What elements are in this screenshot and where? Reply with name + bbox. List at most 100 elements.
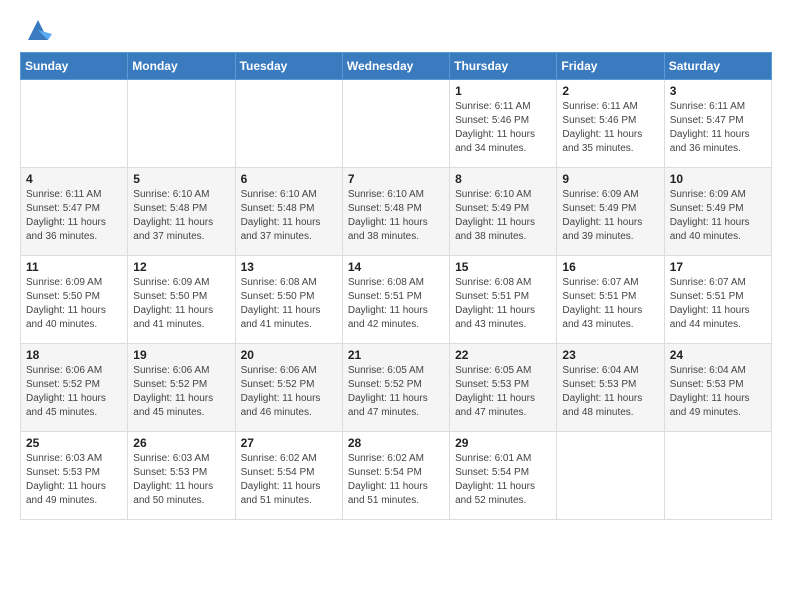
calendar-cell: 11 Sunrise: 6:09 AM Sunset: 5:50 PM Dayli… <box>21 256 128 344</box>
calendar-cell: 21 Sunrise: 6:05 AM Sunset: 5:52 PM Dayli… <box>342 344 449 432</box>
cell-info: Sunrise: 6:10 AM Sunset: 5:49 PM Dayligh… <box>455 188 551 244</box>
day-number: 14 <box>348 260 444 274</box>
cell-info: Sunrise: 6:09 AM Sunset: 5:49 PM Dayligh… <box>670 188 766 244</box>
cell-info: Sunrise: 6:07 AM Sunset: 5:51 PM Dayligh… <box>562 276 658 332</box>
day-number: 18 <box>26 348 122 362</box>
day-number: 26 <box>133 436 229 450</box>
cell-info: Sunrise: 6:07 AM Sunset: 5:51 PM Dayligh… <box>670 276 766 332</box>
cell-info: Sunrise: 6:08 AM Sunset: 5:50 PM Dayligh… <box>241 276 337 332</box>
cell-info: Sunrise: 6:02 AM Sunset: 5:54 PM Dayligh… <box>348 452 444 508</box>
calendar-cell: 8 Sunrise: 6:10 AM Sunset: 5:49 PM Daylig… <box>450 168 557 256</box>
calendar-cell <box>21 80 128 168</box>
day-number: 2 <box>562 84 658 98</box>
calendar-cell: 19 Sunrise: 6:06 AM Sunset: 5:52 PM Dayli… <box>128 344 235 432</box>
calendar-cell <box>664 432 771 520</box>
cell-info: Sunrise: 6:10 AM Sunset: 5:48 PM Dayligh… <box>241 188 337 244</box>
page-header <box>20 16 772 44</box>
day-number: 8 <box>455 172 551 186</box>
cell-info: Sunrise: 6:11 AM Sunset: 5:46 PM Dayligh… <box>562 100 658 156</box>
day-number: 16 <box>562 260 658 274</box>
day-number: 13 <box>241 260 337 274</box>
calendar-cell: 14 Sunrise: 6:08 AM Sunset: 5:51 PM Dayli… <box>342 256 449 344</box>
day-number: 9 <box>562 172 658 186</box>
day-number: 3 <box>670 84 766 98</box>
day-number: 29 <box>455 436 551 450</box>
day-number: 24 <box>670 348 766 362</box>
cell-info: Sunrise: 6:09 AM Sunset: 5:50 PM Dayligh… <box>26 276 122 332</box>
cell-info: Sunrise: 6:06 AM Sunset: 5:52 PM Dayligh… <box>26 364 122 420</box>
cell-info: Sunrise: 6:06 AM Sunset: 5:52 PM Dayligh… <box>133 364 229 420</box>
calendar-cell: 3 Sunrise: 6:11 AM Sunset: 5:47 PM Daylig… <box>664 80 771 168</box>
cell-info: Sunrise: 6:11 AM Sunset: 5:47 PM Dayligh… <box>26 188 122 244</box>
day-number: 7 <box>348 172 444 186</box>
cell-info: Sunrise: 6:09 AM Sunset: 5:49 PM Dayligh… <box>562 188 658 244</box>
calendar-cell: 18 Sunrise: 6:06 AM Sunset: 5:52 PM Dayli… <box>21 344 128 432</box>
calendar-header-row: SundayMondayTuesdayWednesdayThursdayFrid… <box>21 53 772 80</box>
day-number: 15 <box>455 260 551 274</box>
logo <box>20 16 52 44</box>
day-number: 11 <box>26 260 122 274</box>
cell-info: Sunrise: 6:10 AM Sunset: 5:48 PM Dayligh… <box>348 188 444 244</box>
day-number: 22 <box>455 348 551 362</box>
calendar-cell: 15Sunrise: 6:08 AM Sunset: 5:51 PM Dayli… <box>450 256 557 344</box>
calendar-cell: 25Sunrise: 6:03 AM Sunset: 5:53 PM Dayli… <box>21 432 128 520</box>
day-number: 6 <box>241 172 337 186</box>
cell-info: Sunrise: 6:10 AM Sunset: 5:48 PM Dayligh… <box>133 188 229 244</box>
calendar-cell: 20 Sunrise: 6:06 AM Sunset: 5:52 PM Dayli… <box>235 344 342 432</box>
calendar-week-row: 11 Sunrise: 6:09 AM Sunset: 5:50 PM Dayli… <box>21 256 772 344</box>
cell-info: Sunrise: 6:05 AM Sunset: 5:52 PM Dayligh… <box>348 364 444 420</box>
day-number: 23 <box>562 348 658 362</box>
day-number: 28 <box>348 436 444 450</box>
day-number: 4 <box>26 172 122 186</box>
calendar-cell <box>342 80 449 168</box>
cell-info: Sunrise: 6:04 AM Sunset: 5:53 PM Dayligh… <box>562 364 658 420</box>
cell-info: Sunrise: 6:03 AM Sunset: 5:53 PM Dayligh… <box>133 452 229 508</box>
header-wednesday: Wednesday <box>342 53 449 80</box>
cell-info: Sunrise: 6:01 AM Sunset: 5:54 PM Dayligh… <box>455 452 551 508</box>
calendar-cell <box>557 432 664 520</box>
calendar-week-row: 18 Sunrise: 6:06 AM Sunset: 5:52 PM Dayli… <box>21 344 772 432</box>
calendar-week-row: 1 Sunrise: 6:11 AM Sunset: 5:46 PM Daylig… <box>21 80 772 168</box>
cell-info: Sunrise: 6:09 AM Sunset: 5:50 PM Dayligh… <box>133 276 229 332</box>
header-friday: Friday <box>557 53 664 80</box>
calendar-cell: 22 Sunrise: 6:05 AM Sunset: 5:53 PM Dayli… <box>450 344 557 432</box>
calendar-cell <box>128 80 235 168</box>
day-number: 19 <box>133 348 229 362</box>
day-number: 21 <box>348 348 444 362</box>
header-thursday: Thursday <box>450 53 557 80</box>
day-number: 20 <box>241 348 337 362</box>
calendar-cell: 26 Sunrise: 6:03 AM Sunset: 5:53 PM Dayli… <box>128 432 235 520</box>
cell-info: Sunrise: 6:06 AM Sunset: 5:52 PM Dayligh… <box>241 364 337 420</box>
calendar-cell: 6 Sunrise: 6:10 AM Sunset: 5:48 PM Daylig… <box>235 168 342 256</box>
cell-info: Sunrise: 6:02 AM Sunset: 5:54 PM Dayligh… <box>241 452 337 508</box>
cell-info: Sunrise: 6:04 AM Sunset: 5:53 PM Dayligh… <box>670 364 766 420</box>
day-number: 1 <box>455 84 551 98</box>
calendar-cell: 4 Sunrise: 6:11 AM Sunset: 5:47 PM Daylig… <box>21 168 128 256</box>
day-number: 25 <box>26 436 122 450</box>
calendar-cell: 29 Sunrise: 6:01 AM Sunset: 5:54 PM Dayli… <box>450 432 557 520</box>
header-sunday: Sunday <box>21 53 128 80</box>
calendar-cell: 13 Sunrise: 6:08 AM Sunset: 5:50 PM Dayli… <box>235 256 342 344</box>
calendar-cell: 28 Sunrise: 6:02 AM Sunset: 5:54 PM Dayli… <box>342 432 449 520</box>
logo-icon <box>24 16 52 44</box>
day-number: 10 <box>670 172 766 186</box>
calendar-cell: 12 Sunrise: 6:09 AM Sunset: 5:50 PM Dayli… <box>128 256 235 344</box>
calendar-cell: 1 Sunrise: 6:11 AM Sunset: 5:46 PM Daylig… <box>450 80 557 168</box>
calendar-cell: 17Sunrise: 6:07 AM Sunset: 5:51 PM Dayli… <box>664 256 771 344</box>
cell-info: Sunrise: 6:11 AM Sunset: 5:46 PM Dayligh… <box>455 100 551 156</box>
cell-info: Sunrise: 6:11 AM Sunset: 5:47 PM Dayligh… <box>670 100 766 156</box>
calendar-cell: 9 Sunrise: 6:09 AM Sunset: 5:49 PM Daylig… <box>557 168 664 256</box>
cell-info: Sunrise: 6:08 AM Sunset: 5:51 PM Dayligh… <box>348 276 444 332</box>
calendar-cell: 7 Sunrise: 6:10 AM Sunset: 5:48 PM Daylig… <box>342 168 449 256</box>
cell-info: Sunrise: 6:05 AM Sunset: 5:53 PM Dayligh… <box>455 364 551 420</box>
day-number: 27 <box>241 436 337 450</box>
calendar-cell: 24 Sunrise: 6:04 AM Sunset: 5:53 PM Dayli… <box>664 344 771 432</box>
calendar-table: SundayMondayTuesdayWednesdayThursdayFrid… <box>20 52 772 520</box>
calendar-cell: 5Sunrise: 6:10 AM Sunset: 5:48 PM Daylig… <box>128 168 235 256</box>
header-tuesday: Tuesday <box>235 53 342 80</box>
header-monday: Monday <box>128 53 235 80</box>
calendar-cell <box>235 80 342 168</box>
calendar-week-row: 25 Sunrise: 6:03 AM Sunset: 5:53 PM Dayli… <box>21 432 772 520</box>
day-number: 12 <box>133 260 229 274</box>
calendar-week-row: 4 Sunrise: 6:11 AM Sunset: 5:47 PM Daylig… <box>21 168 772 256</box>
